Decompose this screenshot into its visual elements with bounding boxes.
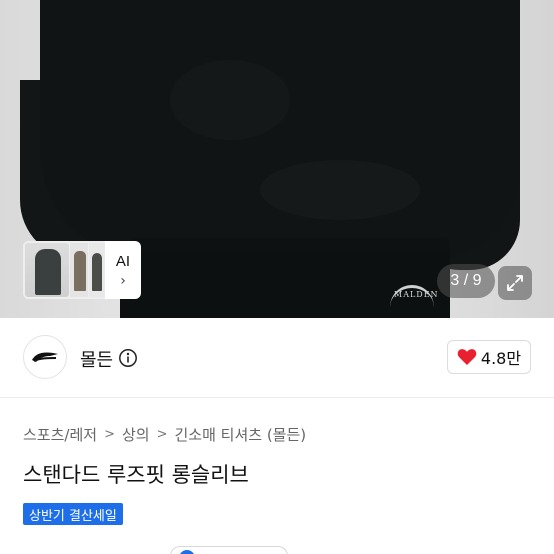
breadcrumb: 스포츠/레저 > 상의 > 긴소매 티셔츠 (몰든) [23,424,306,444]
sale-badge[interactable]: 상반기 결산세일 [23,503,123,525]
expand-button[interactable] [498,266,532,300]
product-image[interactable]: MALDEN AI › 3 / 9 [0,0,554,318]
store-name[interactable]: 몰든 [80,346,113,372]
ai-label: AI [115,252,131,270]
thumbnail-images [23,241,105,299]
fabric-fold [260,160,420,220]
breadcrumb-item[interactable]: 상의 [122,424,150,445]
chevron-right-icon: > [104,426,115,442]
expand-icon [507,275,523,291]
chevron-right-icon: › [120,272,126,289]
option-chip[interactable] [170,546,288,554]
breadcrumb-item[interactable]: 스포츠/레저 [23,424,97,445]
breadcrumb-item[interactable]: 긴소매 티셔츠 (몰든) [174,424,306,445]
chevron-right-icon: > [156,426,168,442]
store-brand-icon [32,352,58,362]
pants-logo-print: MALDEN [390,285,438,315]
product-title: 스탠다드 루즈핏 롱슬리브 [23,463,249,487]
ai-thumbnail-button[interactable]: AI › [23,241,141,299]
like-button[interactable]: 4.8만 [447,340,531,374]
heart-icon [457,349,477,365]
image-page-indicator: 3 / 9 [437,264,495,298]
option-indicator-icon [179,550,195,554]
store-logo[interactable] [23,335,67,379]
fabric-fold [170,60,290,140]
divider [0,397,554,398]
like-count: 4.8만 [480,349,522,368]
info-icon[interactable] [118,348,138,368]
sweater-body [40,0,520,260]
